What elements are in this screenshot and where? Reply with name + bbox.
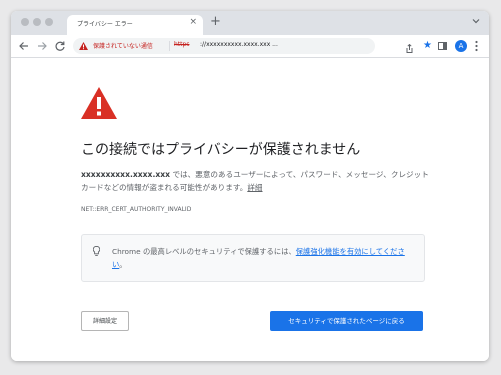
site-host: xxxxxxxxxx.xxxx.xxx [81,170,171,179]
address-bar[interactable]: 保護されていない通信 https ://xxxxxxxxxx.xxxx.xxx … [73,38,432,54]
back-to-safety-button[interactable]: セキュリティで保護されたページに戻る [270,311,423,331]
tab-title: プライバシー エラー [77,21,133,28]
share-icon[interactable] [405,44,414,53]
plus-icon[interactable]: + [210,13,221,31]
forward-icon[interactable] [36,40,48,52]
kebab-menu-icon[interactable] [475,40,478,52]
safe-browsing-prefix: Chrome の最高レベルのセキュリティで保護するには、 [112,247,296,256]
warning-icon[interactable] [79,42,88,50]
error-description: xxxxxxxxxx.xxxx.xxx では、悪意のあるユーザーによって、パスワ… [81,168,431,194]
close-icon[interactable]: × [189,17,197,27]
tab-strip: プライバシー エラー × + [11,11,489,35]
chevron-down-icon[interactable] [471,16,481,26]
url-scheme: https [174,41,190,48]
back-icon[interactable] [18,40,30,52]
safe-browsing-text: Chrome の最高レベルのセキュリティで保護するには、保護強化機能を有効にして… [112,245,412,271]
safe-browsing-callout: Chrome の最高レベルのセキュリティで保護するには、保護強化機能を有効にして… [81,234,425,282]
tab-privacy-error[interactable]: プライバシー エラー × [67,15,203,35]
avatar[interactable]: A [455,40,467,52]
advanced-button[interactable]: 詳細設定 [81,311,129,331]
interstitial-page: この接続ではプライバシーが保護されません xxxxxxxxxx.xxxx.xxx… [11,58,489,361]
details-link[interactable]: 詳細 [247,183,262,192]
safe-browsing-suffix: 。 [119,260,127,269]
star-icon[interactable]: ★ [423,41,432,51]
window-minimize-dot[interactable] [33,18,41,26]
page-title: この接続ではプライバシーが保護されません [81,142,361,158]
lightbulb-icon [93,246,100,256]
window-close-dot[interactable] [21,18,29,26]
side-panel-icon[interactable] [438,42,447,50]
toolbar: 保護されていない通信 https ://xxxxxxxxxx.xxxx.xxx … [11,35,489,58]
warning-icon [81,87,117,119]
url-host: ://xxxxxxxxxx.xxxx.xxx ... [200,41,278,48]
error-code[interactable]: NET::ERR_CERT_AUTHORITY_INVALID [81,206,191,213]
reload-icon[interactable] [54,40,66,52]
omnibox-divider [169,41,170,51]
window-zoom-dot[interactable] [45,18,53,26]
browser-window: プライバシー エラー × + 保護されていない通信 https://xxxxx… [11,11,489,361]
not-secure-label[interactable]: 保護されていない通信 [93,41,153,50]
